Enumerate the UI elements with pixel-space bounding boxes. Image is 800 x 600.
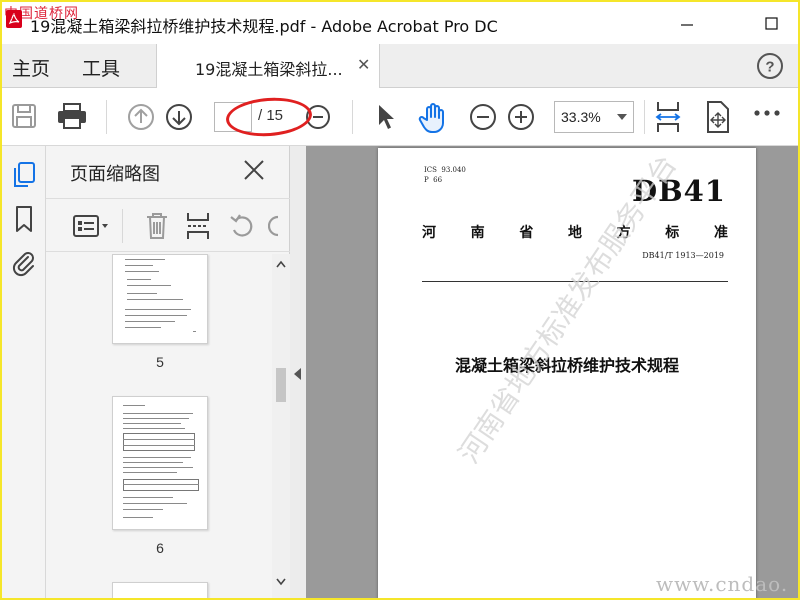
thumbnail-options-icon[interactable] — [72, 213, 112, 239]
zoom-value: 33.3% — [561, 109, 601, 125]
tab-document[interactable]: 19混凝土箱梁斜拉... ✕ — [156, 44, 380, 88]
rotate-page-icon[interactable] — [704, 100, 732, 134]
previous-page-icon[interactable] — [126, 102, 156, 132]
chevron-left-icon — [294, 368, 301, 380]
heading-char: 地 — [567, 225, 582, 241]
heading-char: 标 — [665, 225, 680, 241]
document-title: 混凝土箱梁斜拉桥维护技术规程 — [454, 356, 679, 375]
thumbnail-scrollbar[interactable] — [272, 254, 290, 598]
heading-char: 南 — [470, 225, 485, 241]
page-thumbnails-icon[interactable] — [10, 160, 38, 190]
ics-code: ICS 93.040 P 66 — [424, 166, 466, 184]
toolbar-separator — [106, 100, 107, 134]
left-rail — [2, 146, 46, 598]
tab-row: 主页 工具 19混凝土箱梁斜拉... ✕ ? — [2, 44, 798, 88]
zoom-select[interactable]: 33.3% — [554, 101, 634, 133]
page-thumbnail-6[interactable] — [112, 396, 208, 530]
toolbar-separator — [644, 100, 645, 134]
thumbnail-page-number: 6 — [156, 540, 164, 556]
help-icon[interactable]: ? — [756, 52, 784, 80]
zoom-in-icon[interactable] — [506, 102, 536, 132]
thumbnail-page-number: 5 — [156, 354, 164, 370]
scroll-down-icon[interactable] — [276, 578, 286, 586]
thumbnail-list: 5 6 — [46, 254, 272, 598]
title-bar: 中国道桥网 19混凝土箱梁斜拉桥维护技术规程.pdf - Adobe Acrob… — [2, 2, 798, 44]
scrollbar-thumb[interactable] — [276, 368, 286, 402]
document-tab-label: 19混凝土箱梁斜拉... — [195, 60, 343, 79]
rotate-counterclockwise-icon[interactable] — [228, 211, 256, 241]
heading-char: 河 — [422, 225, 436, 241]
save-icon[interactable] — [10, 102, 38, 130]
zoom-out-icon[interactable] — [468, 102, 498, 132]
more-options-icon[interactable] — [752, 108, 782, 118]
close-tab-icon[interactable]: ✕ — [357, 55, 370, 74]
page-thumbnail-5[interactable] — [112, 254, 208, 344]
corner-watermark: www.cndao. — [656, 572, 789, 596]
heading-char: 省 — [519, 225, 534, 241]
panel-collapse-handle[interactable] — [290, 146, 306, 598]
acrobat-window: 中国道桥网 19混凝土箱梁斜拉桥维护技术规程.pdf - Adobe Acrob… — [2, 2, 798, 598]
document-viewport[interactable]: ICS 93.040 P 66 DB41 河 南 省 地 方 标 准 DB41/… — [306, 146, 798, 598]
tab-home[interactable]: 主页 — [12, 54, 50, 81]
thumbnails-panel: 页面缩略图 5 6 — [46, 146, 290, 598]
panel-title: 页面缩略图 — [70, 164, 160, 185]
close-icon[interactable] — [242, 158, 266, 182]
standard-number: DB41/T 1913—2019 — [642, 251, 724, 260]
window-title: 19混凝土箱梁斜拉桥维护技术规程.pdf - Adobe Acrobat Pro… — [30, 17, 498, 36]
minimize-icon[interactable] — [664, 10, 710, 38]
fit-page-icon[interactable] — [654, 100, 682, 134]
chevron-down-icon — [617, 114, 627, 120]
next-page-icon[interactable] — [164, 102, 194, 132]
diagonal-watermark: 河南省地方标准发布服务平台 — [452, 149, 684, 470]
maximize-icon[interactable] — [748, 10, 794, 38]
svg-text:?: ? — [765, 59, 774, 76]
document-page: ICS 93.040 P 66 DB41 河 南 省 地 方 标 准 DB41/… — [378, 148, 756, 598]
rotate-clockwise-partial-icon[interactable] — [268, 211, 282, 241]
heading-char: 准 — [713, 225, 728, 241]
trash-icon[interactable] — [144, 211, 170, 241]
attachment-icon[interactable] — [10, 248, 38, 278]
insert-page-icon[interactable] — [184, 211, 212, 241]
page-thumbnail-7[interactable] — [112, 582, 208, 598]
region-standard-heading: 河 南 省 地 方 标 准 — [422, 222, 728, 242]
tab-tools[interactable]: 工具 — [82, 54, 120, 81]
panel-toolbar — [46, 198, 290, 252]
toolbar-separator — [352, 100, 353, 134]
hand-tool-icon[interactable] — [416, 102, 450, 134]
scroll-up-icon[interactable] — [276, 260, 286, 268]
select-arrow-icon[interactable] — [372, 102, 398, 132]
toolbar-separator — [122, 209, 123, 243]
bookmark-icon[interactable] — [10, 204, 38, 234]
toolbar: / 15 33.3% — [2, 88, 798, 146]
print-icon[interactable] — [56, 102, 88, 130]
